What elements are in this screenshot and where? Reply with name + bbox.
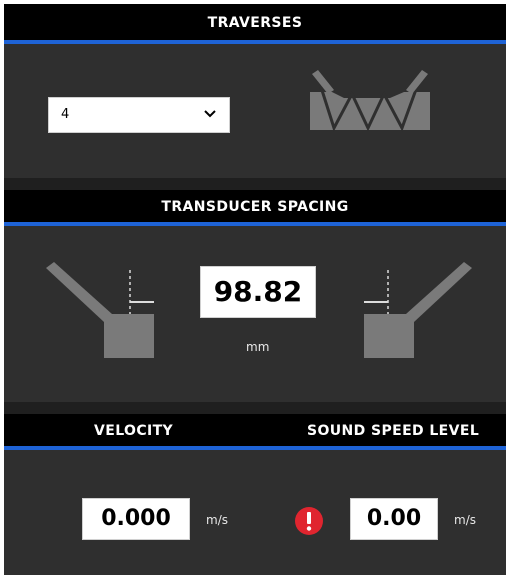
traverses-diagram-icon (310, 70, 430, 132)
sound-speed-level-title: SOUND SPEED LEVEL (307, 423, 480, 439)
traverses-select[interactable]: 4 (48, 97, 230, 133)
section-separator (4, 402, 506, 414)
section-separator (4, 178, 506, 190)
traverses-selected-value: 4 (61, 107, 70, 122)
velocity-accent-line (4, 446, 506, 450)
velocity-value[interactable]: 0.000 (82, 498, 190, 540)
transducer-spacing-value[interactable]: 98.82 (200, 266, 316, 318)
settings-panel: TRAVERSES 4 TRANSDUCER SPACING 98.82 mm (4, 4, 506, 575)
sound-speed-level-unit: m/s (454, 513, 476, 527)
traverses-title: TRAVERSES (207, 15, 303, 31)
exclamation-icon[interactable] (294, 506, 324, 536)
transducer-spacing-header: TRANSDUCER SPACING (4, 190, 506, 222)
velocity-header: VELOCITY SOUND SPEED LEVEL (4, 414, 506, 446)
chevron-down-icon (204, 110, 216, 118)
left-transducer-icon (46, 262, 154, 358)
transducer-spacing-unit: mm (246, 340, 270, 354)
velocity-title: VELOCITY (94, 423, 174, 439)
traverses-header: TRAVERSES (4, 4, 506, 40)
right-transducer-icon (364, 262, 472, 358)
sound-speed-level-value[interactable]: 0.00 (350, 498, 438, 540)
traverses-accent-line (4, 40, 506, 44)
transducer-spacing-title: TRANSDUCER SPACING (161, 199, 349, 215)
velocity-unit: m/s (206, 513, 228, 527)
transducer-spacing-accent-line (4, 222, 506, 226)
